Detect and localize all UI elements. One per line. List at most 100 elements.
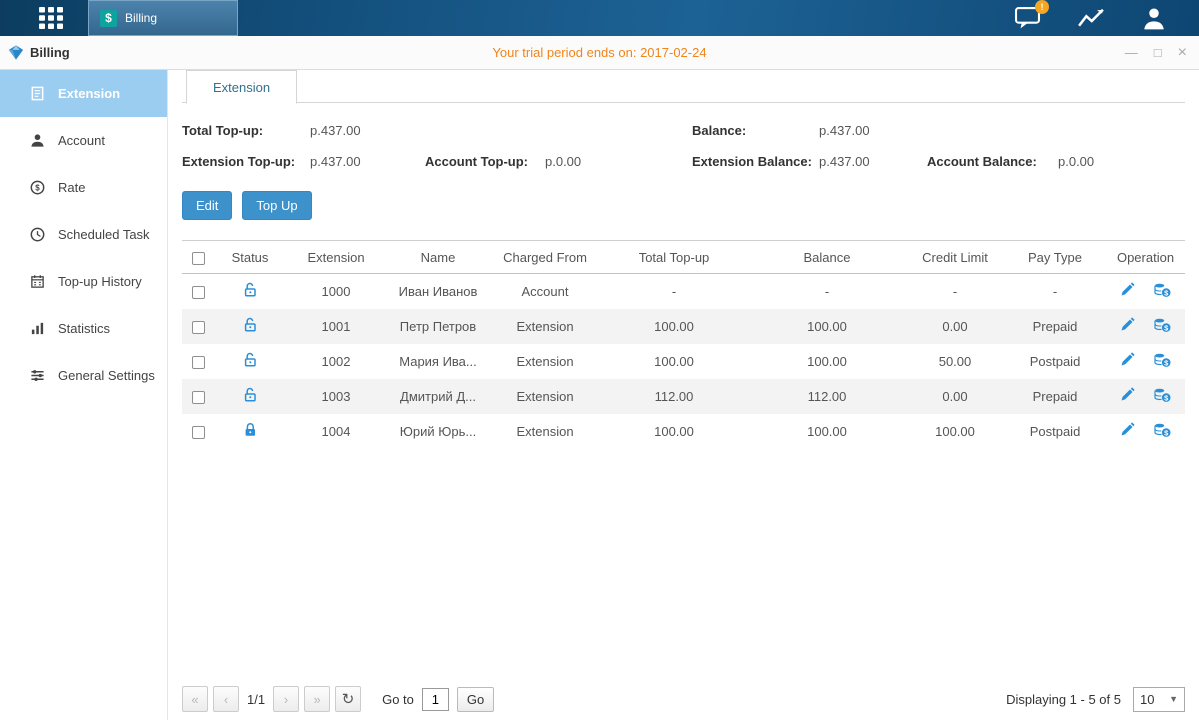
svg-text:$: $: [35, 184, 40, 193]
cell-credit-limit: 0.00: [906, 379, 1004, 414]
account-balance-label: Account Balance:: [927, 154, 1058, 169]
sidebar-item-label: Rate: [58, 180, 85, 195]
cell-name: Иван Иванов: [386, 274, 490, 309]
header-status: Status: [214, 241, 286, 274]
displaying-text: Displaying 1 - 5 of 5: [1006, 692, 1121, 707]
minimize-icon[interactable]: —: [1125, 45, 1138, 60]
extension-topup-label: Extension Top-up:: [182, 154, 310, 169]
table-row: 1004 Юрий Юрь... Extension 100.00 100.00…: [182, 414, 1185, 449]
cell-charged-from: Extension: [490, 379, 600, 414]
sidebar-item-scheduled-task[interactable]: Scheduled Task: [0, 211, 167, 258]
edit-icon[interactable]: [1120, 352, 1135, 370]
top-up-icon[interactable]: $: [1154, 317, 1171, 336]
lock-icon: [243, 352, 258, 371]
first-page-button[interactable]: «: [182, 686, 208, 712]
next-page-button[interactable]: ›: [273, 686, 299, 712]
maximize-icon[interactable]: □: [1154, 45, 1162, 60]
table-header-row: Status Extension Name Charged From Total…: [182, 241, 1185, 274]
edit-icon[interactable]: [1120, 387, 1135, 405]
extension-balance-value: p.437.00: [819, 154, 927, 169]
cell-name: Дмитрий Д...: [386, 379, 490, 414]
edit-icon[interactable]: [1120, 282, 1135, 300]
sliders-icon: [30, 368, 45, 383]
header-operation: Operation: [1106, 241, 1185, 274]
header-extension: Extension: [286, 241, 386, 274]
chevron-down-icon: ▼: [1169, 694, 1178, 704]
cell-balance: 100.00: [748, 344, 906, 379]
cell-balance: 100.00: [748, 414, 906, 449]
edit-icon[interactable]: [1120, 317, 1135, 335]
page-indicator: 1/1: [247, 692, 265, 707]
row-checkbox[interactable]: [192, 391, 205, 404]
sidebar-item-label: Statistics: [58, 321, 110, 336]
cell-extension: 1000: [286, 274, 386, 309]
resource-monitor-button[interactable]: [1077, 6, 1105, 30]
sidebar-item-general-settings[interactable]: General Settings: [0, 352, 167, 399]
header-credit-limit: Credit Limit: [906, 241, 1004, 274]
go-button[interactable]: Go: [457, 687, 494, 712]
notifications-button[interactable]: !: [1014, 6, 1041, 30]
rate-icon: $: [30, 180, 45, 195]
sidebar-item-statistics[interactable]: Statistics: [0, 305, 167, 352]
account-topup-value: p.0.00: [545, 154, 692, 169]
row-checkbox[interactable]: [192, 356, 205, 369]
cell-charged-from: Extension: [490, 309, 600, 344]
sidebar-item-account[interactable]: Account: [0, 117, 167, 164]
apps-grid-icon[interactable]: [38, 6, 64, 30]
content-tab-bar: Extension: [182, 70, 1185, 103]
sidebar-item-topup-history[interactable]: Top-up History: [0, 258, 167, 305]
cell-credit-limit: 50.00: [906, 344, 1004, 379]
cell-balance: -: [748, 274, 906, 309]
row-checkbox[interactable]: [192, 286, 205, 299]
extension-table: Status Extension Name Charged From Total…: [182, 240, 1185, 449]
cell-extension: 1003: [286, 379, 386, 414]
cell-balance: 112.00: [748, 379, 906, 414]
topbar-billing-tab[interactable]: $ Billing: [88, 0, 238, 36]
bar-chart-icon: [30, 321, 45, 336]
lock-icon: [243, 422, 258, 441]
prev-page-button[interactable]: ‹: [213, 686, 239, 712]
sidebar-item-rate[interactable]: $ Rate: [0, 164, 167, 211]
tab-extension[interactable]: Extension: [186, 70, 297, 104]
window-title-text: Billing: [30, 45, 70, 60]
sidebar-item-extension[interactable]: Extension: [0, 70, 167, 117]
top-up-icon[interactable]: $: [1154, 387, 1171, 406]
person-icon: [1141, 6, 1167, 30]
window-title: Billing: [8, 36, 70, 69]
sidebar-item-label: Extension: [58, 86, 120, 101]
cell-pay-type: Postpaid: [1004, 344, 1106, 379]
notification-badge: !: [1035, 0, 1049, 14]
edit-button[interactable]: Edit: [182, 191, 232, 220]
cell-total-topup: 100.00: [600, 309, 748, 344]
row-checkbox[interactable]: [192, 321, 205, 334]
pagination-bar: « ‹ 1/1 › » ↻ Go to Go Displaying 1 - 5 …: [182, 686, 1185, 712]
lock-icon: [243, 387, 258, 406]
edit-icon[interactable]: [1120, 422, 1135, 440]
top-up-icon[interactable]: $: [1154, 422, 1171, 441]
sidebar-item-label: Account: [58, 133, 105, 148]
page-size-value: 10: [1140, 692, 1154, 707]
cell-pay-type: Prepaid: [1004, 379, 1106, 414]
row-checkbox[interactable]: [192, 426, 205, 439]
window-controls: — □ ×: [1125, 36, 1187, 69]
top-up-icon[interactable]: $: [1154, 282, 1171, 301]
cell-extension: 1004: [286, 414, 386, 449]
calendar-icon: [30, 274, 45, 289]
header-balance: Balance: [748, 241, 906, 274]
user-account-button[interactable]: [1141, 6, 1167, 30]
page-size-select[interactable]: 10 ▼: [1133, 687, 1185, 712]
cell-charged-from: Account: [490, 274, 600, 309]
last-page-button[interactable]: »: [304, 686, 330, 712]
goto-page-input[interactable]: [422, 688, 449, 711]
sidebar-item-label: General Settings: [58, 368, 155, 383]
top-up-button[interactable]: Top Up: [242, 191, 311, 220]
top-up-icon[interactable]: $: [1154, 352, 1171, 371]
header-pay-type: Pay Type: [1004, 241, 1106, 274]
refresh-icon[interactable]: ↻: [335, 686, 361, 712]
select-all-checkbox[interactable]: [192, 252, 205, 265]
cell-total-topup: 100.00: [600, 344, 748, 379]
cell-charged-from: Extension: [490, 344, 600, 379]
cell-name: Мария Ива...: [386, 344, 490, 379]
close-icon[interactable]: ×: [1178, 44, 1187, 62]
billing-diamond-icon: [8, 45, 24, 60]
